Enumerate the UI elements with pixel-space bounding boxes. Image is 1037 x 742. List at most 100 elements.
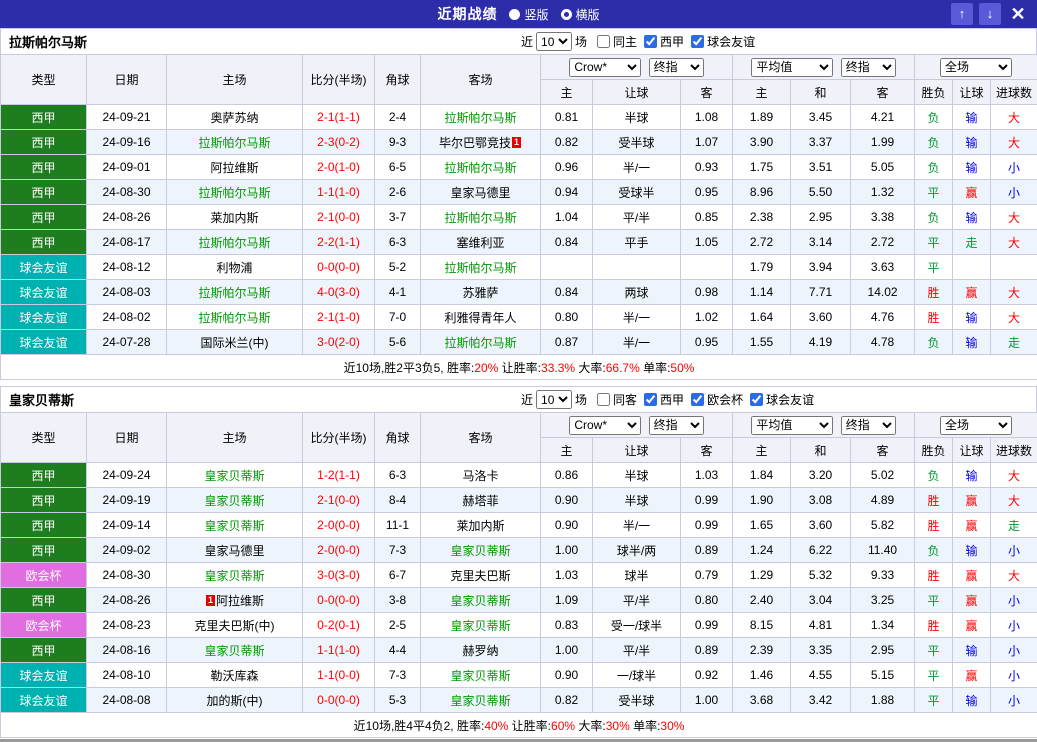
away-team-cell[interactable]: 毕尔巴鄂竞技1 xyxy=(421,130,541,155)
team-name: 阿拉维斯 xyxy=(216,594,264,608)
away-team-cell[interactable]: 克里夫巴斯 xyxy=(421,563,541,588)
home-team-cell[interactable]: 皇家贝蒂斯 xyxy=(167,513,303,538)
radio-icon[interactable] xyxy=(561,9,572,20)
goals-result-cell: 大 xyxy=(991,488,1037,513)
filter-西甲[interactable]: 西甲 xyxy=(644,33,684,50)
avg-select[interactable]: 平均值 xyxy=(751,416,833,435)
home-team-cell[interactable]: 拉斯帕尔马斯 xyxy=(167,280,303,305)
layout-radio-horizontal[interactable]: 横版 xyxy=(561,6,600,23)
column-header-type: 类型 xyxy=(1,413,87,463)
date-cell: 24-08-16 xyxy=(87,638,167,663)
match-row: 西甲24-08-261阿拉维斯0-0(0-0)3-8皇家贝蒂斯1.09平/半0.… xyxy=(1,588,1037,613)
away-team-cell[interactable]: 皇家贝蒂斯 xyxy=(421,613,541,638)
corner-cell: 5-3 xyxy=(375,688,421,713)
avg-home-odds-cell: 2.38 xyxy=(733,205,791,230)
away-team-cell[interactable]: 皇家马德里 xyxy=(421,180,541,205)
goals-result-cell xyxy=(991,255,1037,280)
away-team-cell[interactable]: 拉斯帕尔马斯 xyxy=(421,155,541,180)
away-team-cell[interactable]: 马洛卡 xyxy=(421,463,541,488)
home-team-cell[interactable]: 拉斯帕尔马斯 xyxy=(167,305,303,330)
date-cell: 24-08-10 xyxy=(87,663,167,688)
scroll-down-button[interactable]: ↓ xyxy=(979,3,1001,25)
home-team-cell[interactable]: 克里夫巴斯(中) xyxy=(167,613,303,638)
radio-icon[interactable] xyxy=(509,9,520,20)
home-team-cell[interactable]: 皇家贝蒂斯 xyxy=(167,563,303,588)
home-team-cell[interactable]: 勒沃库森 xyxy=(167,663,303,688)
away-team-cell[interactable]: 赫罗纳 xyxy=(421,638,541,663)
odds-company-select[interactable]: Crow* xyxy=(569,416,641,435)
filter-checkbox[interactable] xyxy=(691,393,704,406)
away-team-cell[interactable]: 拉斯帕尔马斯 xyxy=(421,255,541,280)
odds-company-select[interactable]: Crow* xyxy=(569,58,641,77)
handicap-home-odds-cell: 0.90 xyxy=(541,663,593,688)
team-name: 拉斯帕尔马斯 xyxy=(444,211,516,225)
handicap-away-odds-cell: 0.79 xyxy=(681,563,733,588)
handicap-away-odds-cell: 1.07 xyxy=(681,130,733,155)
home-team-cell[interactable]: 拉斯帕尔马斯 xyxy=(167,230,303,255)
home-team-cell[interactable]: 阿拉维斯 xyxy=(167,155,303,180)
filter-checkbox[interactable] xyxy=(597,35,610,48)
layout-radio-vertical[interactable]: 竖版 xyxy=(509,6,548,23)
away-team-cell[interactable]: 苏雅萨 xyxy=(421,280,541,305)
home-team-cell[interactable]: 国际米兰(中) xyxy=(167,330,303,355)
filters-wrap: 近 10 场 同主西甲球会友谊 xyxy=(521,29,755,54)
home-team-cell[interactable]: 皇家马德里 xyxy=(167,538,303,563)
avg-stage-select[interactable]: 终指 xyxy=(841,58,896,77)
recent-count-select[interactable]: 10 xyxy=(536,390,572,409)
goals-result-cell: 大 xyxy=(991,280,1037,305)
handicap-result-cell: 赢 xyxy=(953,280,991,305)
scroll-up-button[interactable]: ↑ xyxy=(951,3,973,25)
away-team-cell[interactable]: 莱加内斯 xyxy=(421,513,541,538)
away-team-cell[interactable]: 皇家贝蒂斯 xyxy=(421,663,541,688)
home-team-cell[interactable]: 皇家贝蒂斯 xyxy=(167,638,303,663)
filter-checkbox[interactable] xyxy=(750,393,763,406)
wdl-result-cell: 胜 xyxy=(915,280,953,305)
home-team-cell[interactable]: 利物浦 xyxy=(167,255,303,280)
away-team-cell[interactable]: 拉斯帕尔马斯 xyxy=(421,330,541,355)
avg-away-odds-cell: 5.05 xyxy=(851,155,915,180)
away-team-cell[interactable]: 拉斯帕尔马斯 xyxy=(421,105,541,130)
match-row: 球会友谊24-08-02拉斯帕尔马斯2-1(1-0)7-0利雅得青年人0.80半… xyxy=(1,305,1037,330)
home-team-cell[interactable]: 1阿拉维斯 xyxy=(167,588,303,613)
filter-checkbox[interactable] xyxy=(644,393,657,406)
away-team-cell[interactable]: 皇家贝蒂斯 xyxy=(421,588,541,613)
recent-count-select[interactable]: 10 xyxy=(536,32,572,51)
home-team-cell[interactable]: 拉斯帕尔马斯 xyxy=(167,180,303,205)
home-team-cell[interactable]: 皇家贝蒂斯 xyxy=(167,488,303,513)
filter-球会友谊[interactable]: 球会友谊 xyxy=(691,33,755,50)
away-team-cell[interactable]: 皇家贝蒂斯 xyxy=(421,688,541,713)
home-team-cell[interactable]: 皇家贝蒂斯 xyxy=(167,463,303,488)
match-row: 球会友谊24-08-08加的斯(中)0-0(0-0)5-3皇家贝蒂斯0.82受半… xyxy=(1,688,1037,713)
close-button[interactable]: ✕ xyxy=(1007,3,1029,25)
home-team-cell[interactable]: 莱加内斯 xyxy=(167,205,303,230)
avg-home-odds-cell: 2.40 xyxy=(733,588,791,613)
summary-row: 近10场,胜2平3负5, 胜率:20% 让胜率:33.3% 大率:66.7% 单… xyxy=(1,355,1037,380)
away-team-cell[interactable]: 塞维利亚 xyxy=(421,230,541,255)
away-team-cell[interactable]: 利雅得青年人 xyxy=(421,305,541,330)
score-cell: 3-0(2-0) xyxy=(303,330,375,355)
score-cell: 2-1(0-0) xyxy=(303,205,375,230)
avg-stage-select[interactable]: 终指 xyxy=(841,416,896,435)
handicap-home-odds-cell: 0.90 xyxy=(541,513,593,538)
odds-stage-select[interactable]: 终指 xyxy=(649,416,704,435)
competition-badge: 球会友谊 xyxy=(1,305,87,330)
home-team-cell[interactable]: 加的斯(中) xyxy=(167,688,303,713)
away-team-cell[interactable]: 皇家贝蒂斯 xyxy=(421,538,541,563)
away-team-cell[interactable]: 赫塔菲 xyxy=(421,488,541,513)
filter-checkbox[interactable] xyxy=(597,393,610,406)
odds-stage-select[interactable]: 终指 xyxy=(649,58,704,77)
fulltime-select[interactable]: 全场 xyxy=(940,416,1012,435)
filter-checkbox[interactable] xyxy=(644,35,657,48)
home-team-cell[interactable]: 奥萨苏纳 xyxy=(167,105,303,130)
filter-同客[interactable]: 同客 xyxy=(597,391,637,408)
avg-select[interactable]: 平均值 xyxy=(751,58,833,77)
fulltime-select[interactable]: 全场 xyxy=(940,58,1012,77)
filter-checkbox[interactable] xyxy=(691,35,704,48)
away-team-cell[interactable]: 拉斯帕尔马斯 xyxy=(421,205,541,230)
filter-欧会杯[interactable]: 欧会杯 xyxy=(691,391,743,408)
avg-home-odds-cell: 8.15 xyxy=(733,613,791,638)
filter-球会友谊[interactable]: 球会友谊 xyxy=(750,391,814,408)
filter-同主[interactable]: 同主 xyxy=(597,33,637,50)
home-team-cell[interactable]: 拉斯帕尔马斯 xyxy=(167,130,303,155)
filter-西甲[interactable]: 西甲 xyxy=(644,391,684,408)
